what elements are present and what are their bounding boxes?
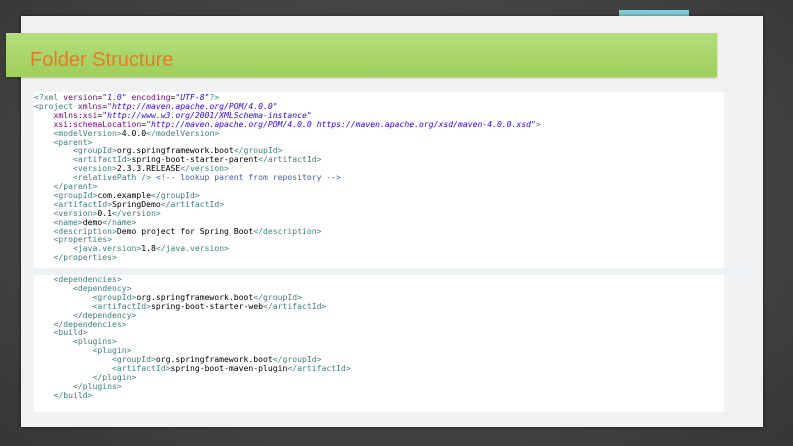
code-token: spring-boot-starter-web	[150, 300, 264, 311]
slide-title: Folder Structure	[30, 49, 174, 71]
code-token: 1.8	[141, 243, 156, 254]
code-token: </properties>	[53, 252, 117, 263]
code-token: </java.version>	[155, 243, 229, 254]
code-token: spring-boot-maven-plugin	[170, 363, 288, 373]
code-token: </artifactId>	[160, 198, 225, 209]
code-token: >	[535, 118, 541, 129]
code-token: </build>	[53, 389, 93, 400]
code-divider	[34, 268, 758, 275]
code-line: </properties>	[34, 252, 117, 262]
code-token: <!-- lookup parent from repository -->	[150, 172, 341, 183]
code-token: </modelVersion>	[146, 127, 220, 138]
code-token: </artifactId>	[287, 363, 351, 373]
code-token: </artifactId>	[258, 154, 322, 165]
code-token: </artifactId>	[263, 300, 327, 311]
slide: Folder Structure <?xml version="1.0" enc…	[0, 0, 793, 446]
code-token: Demo project for Spring Boot	[116, 225, 254, 236]
code-token: 4.0.0	[121, 127, 147, 138]
code-token: </description>	[253, 225, 322, 236]
code-line: </build>	[34, 389, 93, 400]
code-block: <?xml version="1.0" encoding="UTF-8"?> <p…	[34, 92, 724, 412]
